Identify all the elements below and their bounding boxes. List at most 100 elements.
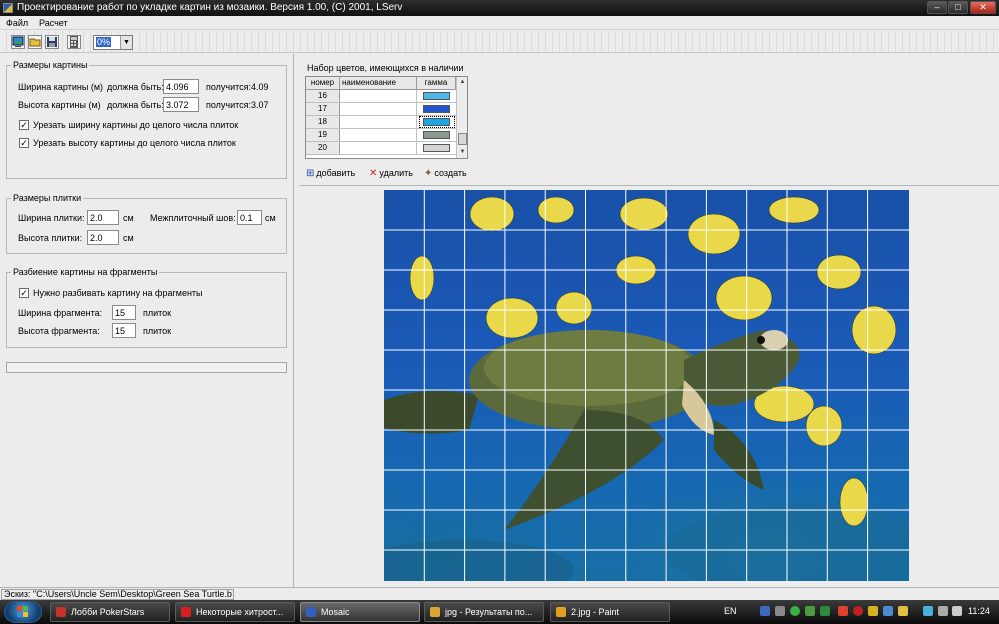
tray-shield-icon[interactable] <box>760 606 770 616</box>
tray-warning-icon[interactable] <box>868 606 878 616</box>
picture-size-title: Размеры картины <box>11 60 90 70</box>
tray-network2-icon[interactable] <box>938 606 948 616</box>
seam-input[interactable]: 0.1 <box>237 210 262 225</box>
picture-height-result: 3.07 <box>251 100 269 110</box>
taskbar: Лобби PokerStars Некоторые хитрост... Mosa… <box>0 600 999 624</box>
picture-height-input[interactable]: 3.072 <box>163 97 199 112</box>
table-row[interactable]: 17 <box>306 103 456 116</box>
color-set-panel: Набор цветов, имеющихся в наличии номер … <box>300 54 999 186</box>
color-swatch[interactable] <box>423 118 450 126</box>
tile-size-title: Размеры плитки <box>11 193 84 203</box>
window-title: Проектирование работ по укладке картин и… <box>17 2 403 13</box>
color-swatch[interactable] <box>423 144 450 152</box>
tray-network-icon[interactable] <box>775 606 785 616</box>
tray-antivirus-icon[interactable] <box>805 606 815 616</box>
table-row[interactable]: 19 <box>306 129 456 142</box>
picture-width-result: 4.09 <box>251 82 269 92</box>
color-swatch[interactable] <box>423 131 450 139</box>
table-row[interactable]: 20 <box>306 142 456 155</box>
col-name-header[interactable]: наименование <box>340 77 417 90</box>
close-button[interactable]: ✕ <box>970 1 996 14</box>
tile-width-input[interactable]: 2.0 <box>87 210 119 225</box>
task-label: 2.jpg - Paint <box>571 607 620 617</box>
picture-width-input[interactable]: 4.096 <box>163 79 199 94</box>
add-color-button[interactable]: ⊞ добавить <box>306 168 355 179</box>
tray-messenger-icon[interactable] <box>790 606 800 616</box>
scroll-down-icon[interactable]: ▼ <box>457 147 467 158</box>
taskbar-item[interactable]: Лобби PokerStars <box>50 602 170 622</box>
zoom-value: 0% <box>96 37 112 47</box>
picture-width-label: Ширина картины (м) <box>18 82 104 92</box>
fragment-width-input[interactable]: 15 <box>112 305 136 320</box>
menu-calc[interactable]: Расчет <box>39 18 68 28</box>
fragment-width-label: Ширина фрагмента: <box>18 308 103 318</box>
language-indicator[interactable]: EN <box>724 606 737 616</box>
task-app-icon <box>181 607 191 617</box>
table-row[interactable]: 16 <box>306 90 456 103</box>
col-color-header[interactable]: гамма <box>417 77 456 90</box>
start-button[interactable] <box>4 601 42 623</box>
scroll-thumb[interactable] <box>458 133 467 145</box>
row-number: 20 <box>306 142 340 154</box>
new-picture-icon <box>12 36 24 47</box>
scroll-up-icon[interactable]: ▲ <box>457 77 467 88</box>
floppy-disk-icon <box>47 37 57 47</box>
taskbar-item[interactable]: jpg - Результаты по... <box>424 602 544 622</box>
add-icon: ⊞ <box>306 168 315 179</box>
new-button[interactable] <box>11 35 25 49</box>
need-split-checkbox[interactable]: ✓ <box>19 288 29 298</box>
row-name[interactable] <box>340 142 417 154</box>
fragment-height-input[interactable]: 15 <box>112 323 136 338</box>
tray-update-icon[interactable] <box>883 606 893 616</box>
trim-width-checkbox[interactable]: ✓ <box>19 120 29 130</box>
taskbar-item[interactable]: Mosaic <box>300 602 420 622</box>
row-number: 19 <box>306 129 340 141</box>
task-app-icon <box>430 607 440 617</box>
task-app-icon <box>556 607 566 617</box>
tray-stop-icon[interactable] <box>853 606 863 616</box>
tray-tool-icon[interactable] <box>898 606 908 616</box>
maximize-button[interactable]: □ <box>948 1 968 14</box>
create-color-label: создать <box>434 168 467 178</box>
minimize-button[interactable]: – <box>927 1 947 14</box>
chevron-down-icon[interactable]: ▼ <box>120 36 132 49</box>
calculator-icon <box>70 36 78 48</box>
fragment-height-label: Высота фрагмента: <box>18 326 100 336</box>
color-table[interactable]: номер наименование гамма 16 17 18 19 20 ▲ ▼ <box>305 76 468 159</box>
row-name[interactable] <box>340 129 417 141</box>
taskbar-item[interactable]: Некоторые хитрост... <box>175 602 295 622</box>
progress-bar <box>6 362 287 373</box>
row-name[interactable] <box>340 116 417 128</box>
app-icon <box>3 3 13 13</box>
zoom-select[interactable]: 0% ▼ <box>93 35 133 50</box>
create-icon: ✦ <box>424 168 433 179</box>
table-row[interactable]: 18 <box>306 116 456 129</box>
tray-app-icon[interactable] <box>820 606 830 616</box>
menu-file[interactable]: Файл <box>6 18 28 28</box>
clock[interactable]: 11:24 <box>968 606 990 616</box>
col-number-header[interactable]: номер <box>306 77 340 90</box>
mosaic-preview[interactable] <box>384 190 909 581</box>
open-button[interactable] <box>28 35 42 49</box>
task-label: Mosaic <box>321 607 350 617</box>
fragment-height-unit: плиток <box>143 326 172 336</box>
tile-grid <box>384 190 909 581</box>
tray-display-icon[interactable] <box>923 606 933 616</box>
tile-height-input[interactable]: 2.0 <box>87 230 119 245</box>
calculate-button[interactable] <box>67 35 81 49</box>
picture-height-label: Высота картины (м) <box>18 100 101 110</box>
row-name[interactable] <box>340 103 417 115</box>
table-scrollbar[interactable]: ▲ ▼ <box>456 77 467 158</box>
tile-size-group: Размеры плитки Ширина плитки: 2.0 см Меж… <box>6 193 287 254</box>
row-name[interactable] <box>340 90 417 102</box>
task-label: jpg - Результаты по... <box>445 607 533 617</box>
delete-color-button[interactable]: ✕ удалить <box>369 168 413 179</box>
taskbar-item[interactable]: 2.jpg - Paint <box>550 602 670 622</box>
save-button[interactable] <box>45 35 59 49</box>
tray-volume-icon[interactable] <box>952 606 962 616</box>
color-swatch[interactable] <box>423 92 450 100</box>
trim-height-checkbox[interactable]: ✓ <box>19 138 29 148</box>
color-swatch[interactable] <box>423 105 450 113</box>
tray-opera-icon[interactable] <box>838 606 848 616</box>
create-color-button[interactable]: ✦ создать <box>424 168 467 179</box>
